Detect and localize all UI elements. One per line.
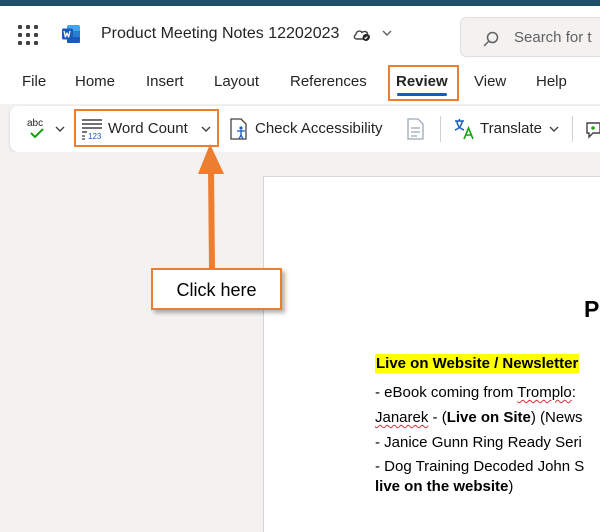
click-here-callout: Click here [151,268,282,310]
doc-line-4[interactable]: - Janice Gunn Ring Ready Seri [375,434,582,451]
doc-line-6[interactable]: live on the website) [375,478,513,495]
search-box[interactable]: Search for t [460,17,600,57]
doc-line-5[interactable]: - Dog Training Decoded John S [375,458,584,475]
translate-button[interactable]: Translate [480,120,542,137]
spelling-chevron-down-icon[interactable] [54,125,66,134]
tab-home[interactable]: Home [75,73,115,90]
ribbon-separator-2 [572,116,573,142]
doc-line-2[interactable]: - eBook coming from Tromplo: [375,384,576,401]
search-icon [483,31,499,47]
doc-line-3-bold: Live on Site [446,409,531,426]
callout-text: Click here [176,280,257,300]
translate-icon[interactable] [452,117,476,141]
tab-view[interactable]: View [474,73,506,90]
tab-layout[interactable]: Layout [214,73,259,90]
title-chevron-down-icon[interactable] [381,28,393,38]
doc-line-6-bold: live on the website [375,478,509,495]
annotation-arrow-icon [198,144,224,272]
doc-line-3-misspelled: Janarek [375,409,429,426]
tab-help[interactable]: Help [536,73,567,90]
spelling-grammar-icon[interactable]: abc [27,116,51,142]
doc-line-1[interactable]: Live on Website / Newsletter [375,354,580,373]
tab-references[interactable]: References [290,73,367,90]
doc-line-2-text: - eBook coming from [375,384,518,401]
translate-chevron-down-icon[interactable] [548,125,560,134]
word-logo-icon[interactable] [61,24,81,44]
check-accessibility-icon[interactable] [228,117,250,141]
tab-file[interactable]: File [22,73,46,90]
menu-bar: File Home Insert Layout References Revie… [0,60,600,104]
ribbon-separator [440,116,441,142]
doc-line-2-misspelled: Tromplo [517,384,572,401]
doc-line-3-sep: - ( [428,409,447,426]
doc-line-6-rest: ) [508,478,514,495]
doc-line-2-colon: : [571,384,576,401]
title-bar: Product Meeting Notes 12202023 Search fo… [0,6,600,60]
tab-insert[interactable]: Insert [146,73,184,90]
document-page-icon[interactable] [404,117,426,141]
document-heading: P [584,296,600,322]
new-comment-icon[interactable] [584,117,600,141]
search-input[interactable]: Search for t [514,29,592,46]
review-tab-highlight-box [388,65,459,101]
cloud-saved-icon[interactable] [352,26,372,42]
check-accessibility-button[interactable]: Check Accessibility [255,120,383,137]
document-title[interactable]: Product Meeting Notes 12202023 [101,25,339,43]
app-launcher-icon[interactable] [18,25,38,45]
doc-line-3-rest: ) (News [530,409,583,426]
spelling-icon-text: abc [27,118,43,129]
doc-line-3[interactable]: Janarek - (Live on Site) (News [375,409,583,426]
